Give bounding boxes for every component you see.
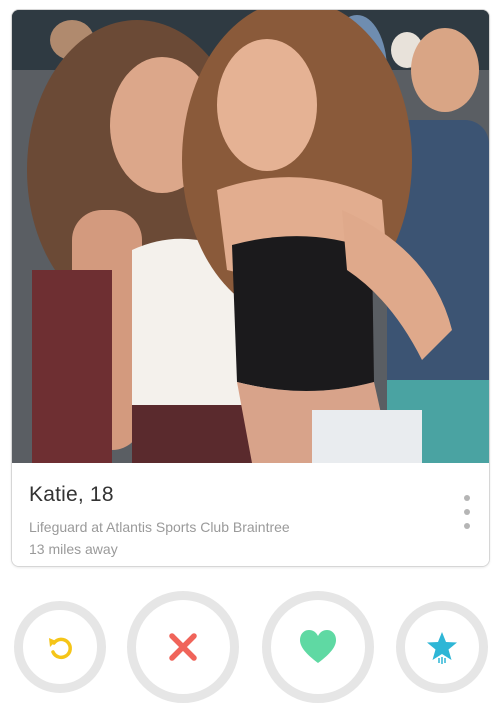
profile-card[interactable]: Katie, 18 Lifeguard at Atlantis Sports C… (11, 9, 490, 567)
profile-distance: 13 miles away (29, 541, 118, 557)
close-icon (169, 633, 197, 661)
heart-icon (300, 630, 336, 663)
star-icon (427, 632, 457, 664)
rewind-button[interactable] (14, 601, 106, 693)
like-button[interactable] (262, 591, 374, 703)
dot (464, 523, 470, 529)
more-options-icon[interactable] (460, 495, 474, 529)
nope-button[interactable] (127, 591, 239, 703)
dot (464, 495, 470, 501)
profile-name-age: Katie, 18 (29, 483, 114, 506)
photo-illustration (12, 10, 489, 463)
profile-info: Katie, 18 Lifeguard at Atlantis Sports C… (12, 463, 489, 566)
rewind-icon (49, 637, 72, 660)
profile-job: Lifeguard at Atlantis Sports Club Braint… (29, 519, 290, 535)
dot (464, 509, 470, 515)
profile-photo[interactable] (12, 10, 489, 463)
super-like-button[interactable] (396, 601, 488, 693)
